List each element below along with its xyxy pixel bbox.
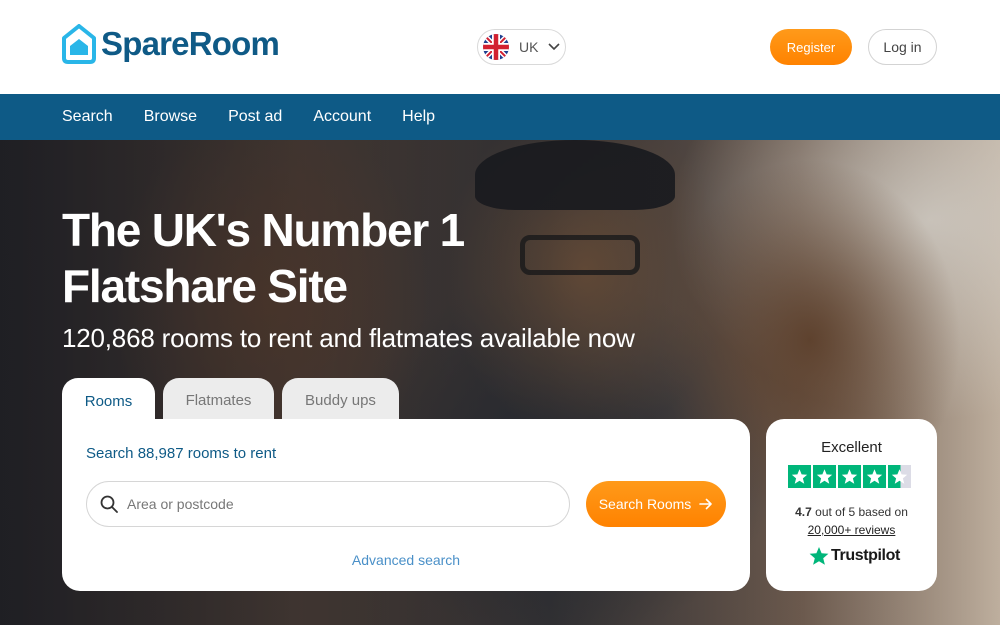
search-panel: Search 88,987 rooms to rent Area or post… xyxy=(62,419,750,591)
spareroom-logo[interactable]: SpareRoom xyxy=(62,24,280,64)
tab-rooms[interactable]: Rooms xyxy=(62,378,155,424)
star-icon xyxy=(838,465,861,488)
trustpilot-card[interactable]: Excellent 4.7 out of 5 based on 20,000+ … xyxy=(766,419,937,591)
spareroom-logo-icon xyxy=(62,24,96,64)
logo-text: SpareRoom xyxy=(101,25,280,62)
login-button[interactable]: Log in xyxy=(868,29,937,65)
nav-item-post-ad[interactable]: Post ad xyxy=(228,108,282,126)
register-button[interactable]: Register xyxy=(770,29,852,65)
trustpilot-brand-text: Trustpilot xyxy=(831,547,900,564)
uk-flag-icon xyxy=(483,34,509,60)
search-title: Search 88,987 rooms to rent xyxy=(86,445,277,462)
trustpilot-heading: Excellent xyxy=(821,439,882,456)
trustpilot-brand: Trustpilot xyxy=(809,546,900,566)
nav-item-search[interactable]: Search xyxy=(62,108,113,126)
advanced-search-link[interactable]: Advanced search xyxy=(62,552,750,568)
trustpilot-rating: 4.7 out of 5 based on xyxy=(766,505,937,519)
star-icon xyxy=(788,465,811,488)
trustpilot-reviews-link[interactable]: 20,000+ reviews xyxy=(766,523,937,537)
site-header: SpareRoom UK Register Log in xyxy=(0,0,1000,94)
trustpilot-rating-suffix: out of 5 based on xyxy=(815,505,908,519)
search-rooms-button[interactable]: Search Rooms xyxy=(586,481,726,527)
language-selector[interactable]: UK xyxy=(477,29,566,65)
tab-buddy-ups[interactable]: Buddy ups xyxy=(282,378,399,422)
main-nav: Search Browse Post ad Account Help xyxy=(0,94,1000,140)
hero-title-line-2: Flatshare Site xyxy=(62,260,348,312)
hero-section: The UK's Number 1 Flatshare Site 120,868… xyxy=(0,140,1000,625)
search-input[interactable]: Area or postcode xyxy=(86,481,570,527)
trustpilot-star-icon xyxy=(809,547,829,565)
hero-title: The UK's Number 1 Flatshare Site xyxy=(62,202,522,314)
tab-flatmates[interactable]: Flatmates xyxy=(163,378,274,422)
search-rooms-label: Search Rooms xyxy=(598,496,692,512)
language-label: UK xyxy=(519,39,539,55)
nav-item-help[interactable]: Help xyxy=(402,108,435,126)
star-icon xyxy=(813,465,836,488)
star-icon xyxy=(863,465,886,488)
hero-subtitle: 120,868 rooms to rent and flatmates avai… xyxy=(62,323,635,353)
nav-item-account[interactable]: Account xyxy=(313,108,371,126)
half-star-icon xyxy=(888,465,911,488)
trustpilot-rating-value: 4.7 xyxy=(795,505,812,519)
nav-item-browse[interactable]: Browse xyxy=(144,108,197,126)
search-icon xyxy=(100,495,118,513)
chevron-down-icon xyxy=(548,43,561,51)
search-placeholder: Area or postcode xyxy=(127,496,234,512)
trustpilot-stars xyxy=(788,465,911,488)
arrow-right-icon xyxy=(699,498,713,510)
hero-title-line-1: The UK's Number 1 xyxy=(62,204,465,256)
